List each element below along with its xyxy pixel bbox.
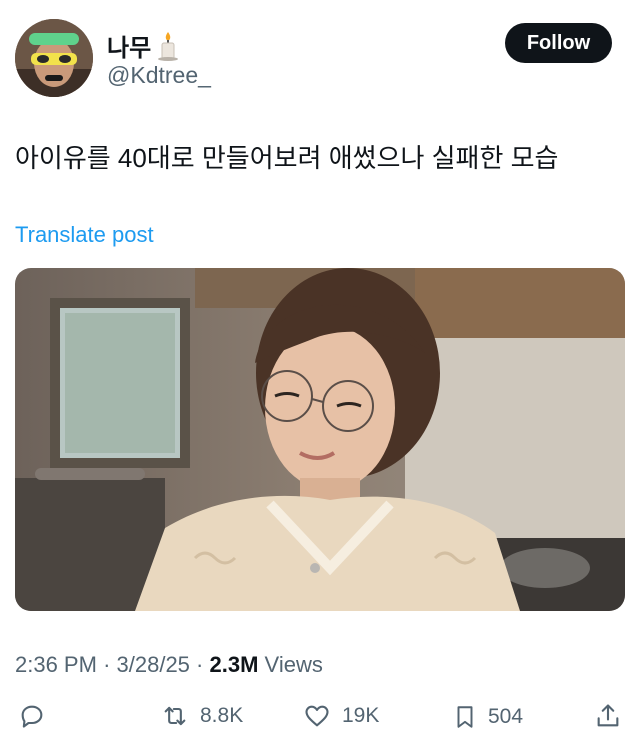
views-label: Views [264,652,323,677]
follow-button[interactable]: Follow [505,23,612,63]
avatar-image [15,19,93,97]
bookmark-button[interactable]: 504 [452,702,523,732]
retweet-button[interactable]: 8.8K [160,702,243,730]
meta-separator: · [103,652,117,677]
translate-post-link[interactable]: Translate post [15,222,154,248]
like-count: 19K [342,704,380,727]
retweet-count: 8.8K [200,704,244,727]
reply-icon [21,705,43,728]
avatar[interactable] [15,19,93,97]
tweet-meta: 2:36 PM · 3/28/25 · 2.3M Views [15,652,323,678]
share-button[interactable] [594,702,622,730]
bookmark-icon [457,706,473,728]
tweet-photo[interactable] [15,268,625,611]
display-name-row: 나무 [107,28,179,63]
reply-button[interactable] [18,702,46,730]
share-icon [597,704,619,727]
display-name[interactable]: 나무 [107,28,151,63]
tweet-time[interactable]: 2:36 PM [15,652,97,677]
action-bar: 8.8K 19K 504 [0,702,640,746]
tweet-date[interactable]: 3/28/25 [117,652,190,677]
bookmark-count: 504 [488,705,524,728]
meta-separator: · [196,652,210,677]
tweet-text: 아이유를 40대로 만들어보려 애썼으나 실패한 모습 [15,143,559,173]
like-button[interactable]: 19K [302,702,379,730]
views-count: 2.3M [209,652,259,677]
candle-emoji-icon [158,31,179,61]
photo-image [15,268,625,611]
retweet-icon [164,706,186,726]
user-handle[interactable]: @Kdtree_ [107,62,211,89]
heart-icon [305,705,329,727]
